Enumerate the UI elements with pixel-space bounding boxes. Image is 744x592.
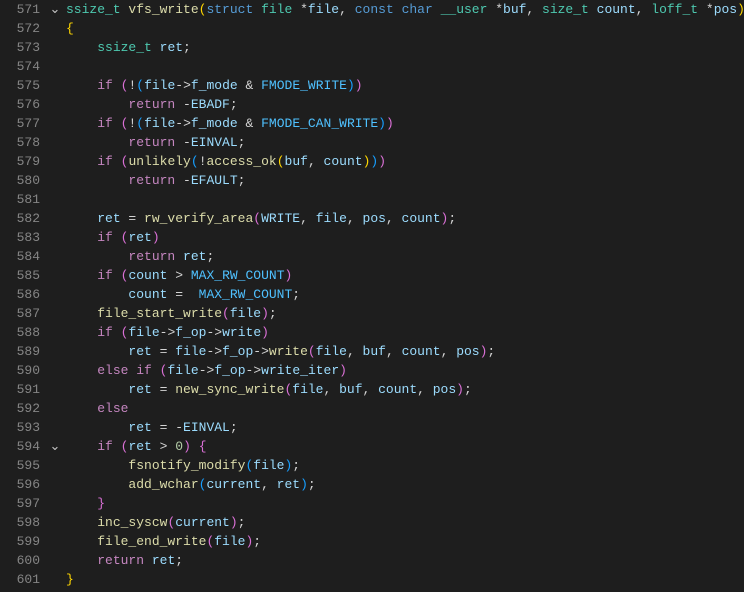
code-line[interactable]: inc_syscw(current); [66,513,744,532]
code-line[interactable]: ssize_t ret; [66,38,744,57]
line-number: 589 [0,342,40,361]
fold-marker [48,19,62,38]
line-number: 587 [0,304,40,323]
code-line[interactable] [66,190,744,209]
fold-marker [48,76,62,95]
line-number: 593 [0,418,40,437]
fold-marker [48,323,62,342]
code-line[interactable]: if (!(file->f_mode & FMODE_CAN_WRITE)) [66,114,744,133]
fold-marker [48,475,62,494]
fold-marker [48,95,62,114]
line-number: 588 [0,323,40,342]
line-number: 583 [0,228,40,247]
code-line[interactable]: else [66,399,744,418]
line-number: 574 [0,57,40,76]
code-line[interactable]: file_start_write(file); [66,304,744,323]
fold-marker[interactable]: ⌄ [48,0,62,19]
line-number: 598 [0,513,40,532]
fold-marker [48,399,62,418]
code-line[interactable]: if (ret > 0) { [66,437,744,456]
code-line[interactable]: else if (file->f_op->write_iter) [66,361,744,380]
code-line[interactable]: if (file->f_op->write) [66,323,744,342]
code-line[interactable]: ssize_t vfs_write(struct file *file, con… [66,0,744,19]
fold-marker [48,494,62,513]
line-number: 581 [0,190,40,209]
line-number: 571 [0,0,40,19]
code-line[interactable]: ret = new_sync_write(file, buf, count, p… [66,380,744,399]
fold-marker[interactable]: ⌄ [48,437,62,456]
code-line[interactable]: ret = file->f_op->write(file, buf, count… [66,342,744,361]
line-number: 575 [0,76,40,95]
code-content[interactable]: ssize_t vfs_write(struct file *file, con… [62,0,744,592]
code-line[interactable]: if (count > MAX_RW_COUNT) [66,266,744,285]
fold-marker [48,209,62,228]
line-number: 578 [0,133,40,152]
code-line[interactable]: fsnotify_modify(file); [66,456,744,475]
fold-marker [48,228,62,247]
line-number: 595 [0,456,40,475]
code-line[interactable]: ret = rw_verify_area(WRITE, file, pos, c… [66,209,744,228]
fold-marker [48,285,62,304]
code-line[interactable] [66,57,744,76]
fold-marker [48,247,62,266]
fold-gutter: ⌄ ⌄ [48,0,62,592]
line-number: 579 [0,152,40,171]
code-line[interactable]: add_wchar(current, ret); [66,475,744,494]
line-number: 597 [0,494,40,513]
fold-marker [48,190,62,209]
line-number: 594 [0,437,40,456]
fold-marker [48,114,62,133]
fold-marker [48,418,62,437]
fold-marker [48,456,62,475]
line-number: 591 [0,380,40,399]
fold-marker [48,551,62,570]
line-number: 596 [0,475,40,494]
code-line[interactable]: return ret; [66,247,744,266]
line-number: 576 [0,95,40,114]
fold-marker [48,361,62,380]
chevron-down-icon[interactable]: ⌄ [50,0,61,19]
fold-marker [48,38,62,57]
code-editor[interactable]: 5715725735745755765775785795805815825835… [0,0,744,592]
line-number: 585 [0,266,40,285]
line-number: 577 [0,114,40,133]
line-number: 599 [0,532,40,551]
fold-marker [48,133,62,152]
chevron-down-icon[interactable]: ⌄ [50,437,61,456]
line-number: 590 [0,361,40,380]
code-line[interactable]: if (unlikely(!access_ok(buf, count))) [66,152,744,171]
line-number: 586 [0,285,40,304]
code-line[interactable]: file_end_write(file); [66,532,744,551]
fold-marker [48,266,62,285]
code-line[interactable]: { [66,19,744,38]
line-number-gutter: 5715725735745755765775785795805815825835… [0,0,48,592]
fold-marker [48,380,62,399]
fold-marker [48,570,62,589]
line-number: 572 [0,19,40,38]
code-line[interactable]: ret = -EINVAL; [66,418,744,437]
code-line[interactable]: } [66,570,744,589]
fold-marker [48,152,62,171]
code-line[interactable]: if (ret) [66,228,744,247]
line-number: 600 [0,551,40,570]
code-line[interactable]: if (!(file->f_mode & FMODE_WRITE)) [66,76,744,95]
code-line[interactable]: return -EFAULT; [66,171,744,190]
fold-marker [48,171,62,190]
fold-marker [48,304,62,323]
code-line[interactable]: return ret; [66,551,744,570]
line-number: 601 [0,570,40,589]
fold-marker [48,342,62,361]
line-number: 573 [0,38,40,57]
fold-marker [48,532,62,551]
fold-marker [48,57,62,76]
line-number: 584 [0,247,40,266]
line-number: 592 [0,399,40,418]
line-number: 580 [0,171,40,190]
code-line[interactable]: return -EBADF; [66,95,744,114]
code-line[interactable]: count = MAX_RW_COUNT; [66,285,744,304]
code-line[interactable]: } [66,494,744,513]
fold-marker [48,513,62,532]
code-line[interactable]: return -EINVAL; [66,133,744,152]
line-number: 582 [0,209,40,228]
